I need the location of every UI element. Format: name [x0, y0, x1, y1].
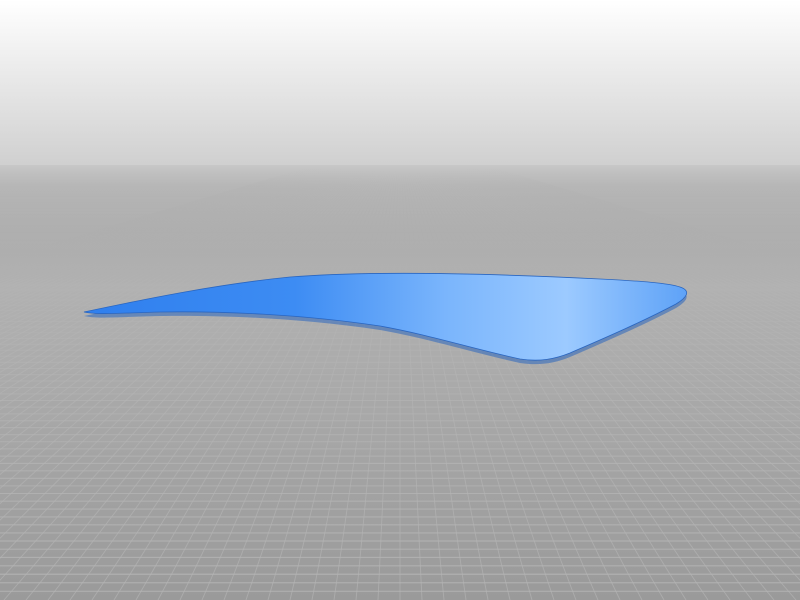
3d-viewport[interactable]: [0, 0, 800, 600]
horizon-haze: [0, 165, 800, 285]
3d-render-canvas[interactable]: [0, 0, 800, 600]
